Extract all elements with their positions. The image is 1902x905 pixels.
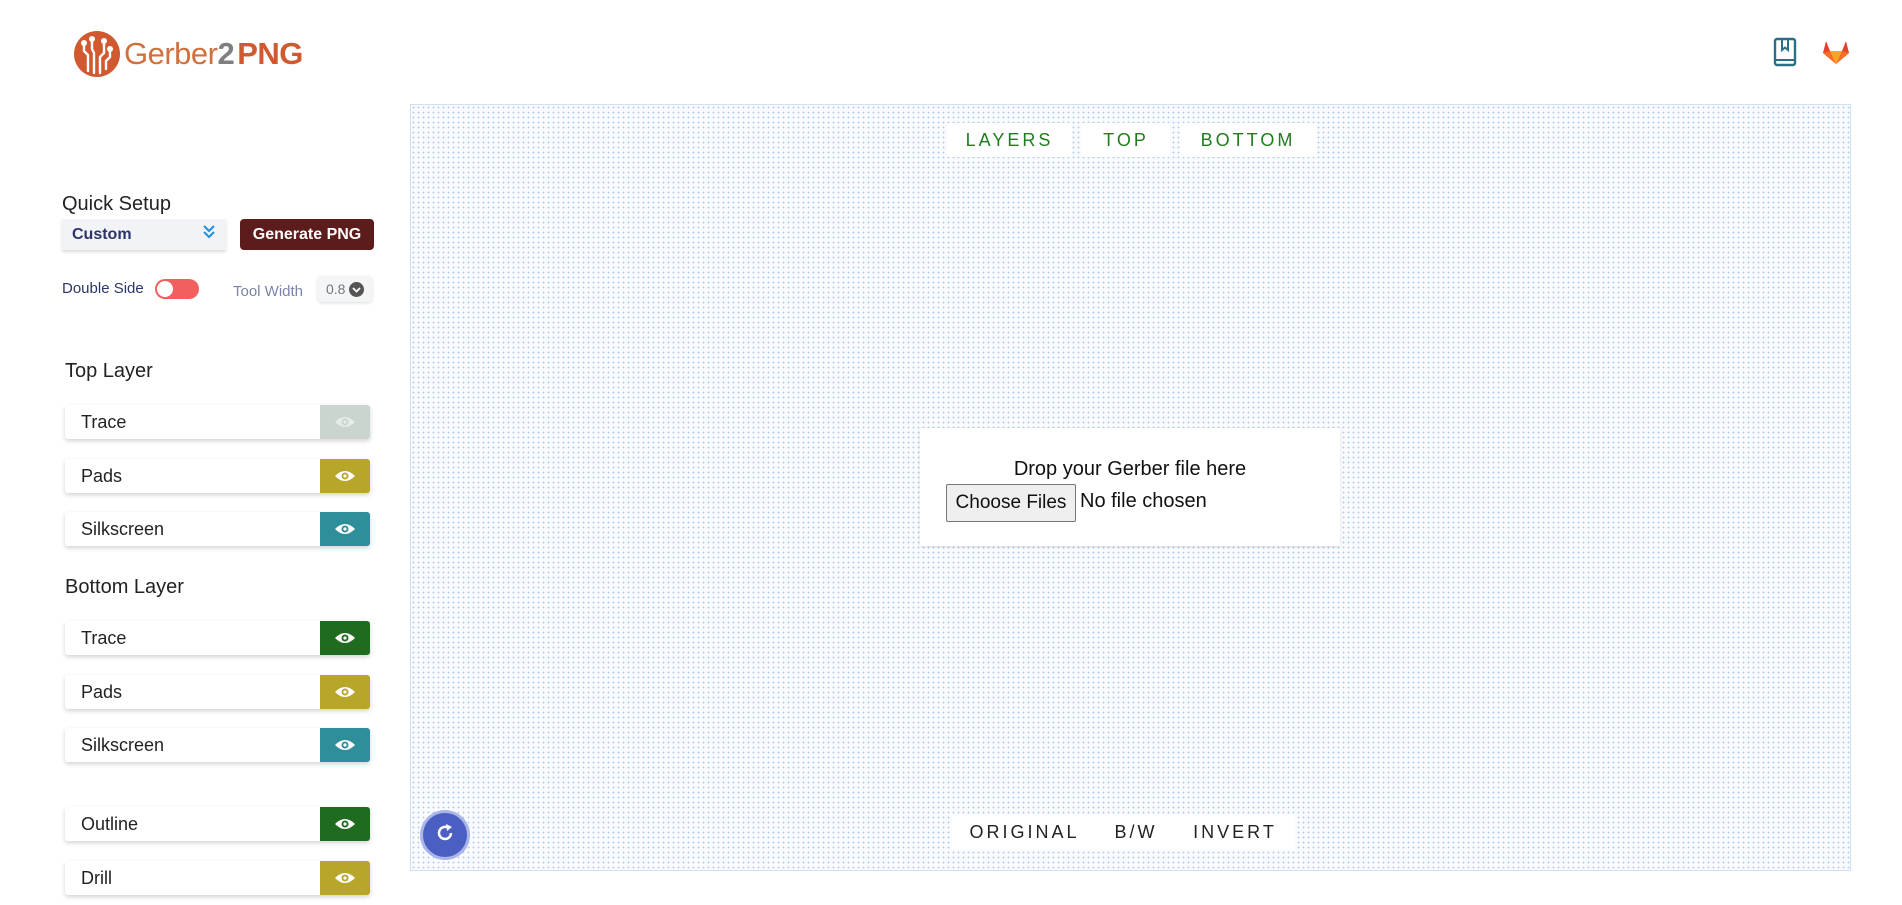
tab-layers[interactable]: LAYERS bbox=[947, 123, 1072, 157]
logo-text-2: 2 bbox=[217, 36, 235, 71]
top-layer-pads-row: Pads bbox=[65, 459, 370, 493]
drill-layer-row: Drill bbox=[65, 861, 370, 895]
eye-icon[interactable] bbox=[320, 807, 370, 841]
eye-icon[interactable] bbox=[320, 675, 370, 709]
tab-top[interactable]: TOP bbox=[1082, 123, 1170, 157]
double-chevron-down-icon bbox=[202, 224, 216, 245]
logo-wordmark: Gerber 2 PNG bbox=[124, 36, 303, 72]
logo-text-png: PNG bbox=[237, 36, 303, 71]
file-status: No file chosen bbox=[1080, 490, 1207, 512]
eye-icon[interactable] bbox=[320, 621, 370, 655]
choose-files-button[interactable]: Choose Files bbox=[946, 484, 1076, 522]
circuit-logo-icon bbox=[74, 31, 120, 77]
toggle-knob bbox=[157, 281, 173, 297]
top-layer-trace-row: Trace bbox=[65, 405, 370, 439]
tab-original[interactable]: ORIGINAL bbox=[952, 815, 1097, 849]
tool-width-value: 0.8 bbox=[326, 281, 346, 297]
generate-png-button[interactable]: Generate PNG bbox=[240, 219, 374, 250]
layer-label: Silkscreen bbox=[81, 734, 165, 755]
layer-label: Silkscreen bbox=[81, 518, 165, 539]
docs-bookmark-icon[interactable] bbox=[1770, 36, 1800, 68]
layer-label: Outline bbox=[81, 813, 139, 834]
refresh-icon bbox=[434, 822, 456, 849]
eye-icon[interactable] bbox=[320, 459, 370, 493]
file-drop-zone[interactable]: Drop your Gerber file here Choose Files … bbox=[920, 428, 1340, 546]
layer-label: Trace bbox=[81, 627, 127, 648]
layer-label: Pads bbox=[81, 681, 123, 702]
bottom-layer-pads-row: Pads bbox=[65, 675, 370, 709]
eye-icon[interactable] bbox=[320, 861, 370, 895]
bottom-layer-silkscreen-row: Silkscreen bbox=[65, 728, 370, 762]
top-layer-silkscreen-row: Silkscreen bbox=[65, 512, 370, 546]
outline-layer-row: Outline bbox=[65, 807, 370, 841]
layer-label: Pads bbox=[81, 465, 123, 486]
eye-icon[interactable] bbox=[320, 405, 370, 439]
preset-select[interactable]: Custom bbox=[62, 219, 226, 250]
view-tabs: LAYERS TOP BOTTOM bbox=[947, 123, 1316, 157]
logo-text-gerber: Gerber bbox=[124, 36, 218, 71]
tool-width-label: Tool Width bbox=[233, 283, 304, 300]
tool-width-select[interactable]: 0.8 bbox=[318, 276, 372, 302]
double-side-toggle[interactable] bbox=[155, 279, 199, 299]
bottom-layer-title: Bottom Layer bbox=[65, 576, 184, 598]
tab-invert[interactable]: INVERT bbox=[1175, 815, 1295, 849]
tab-bw[interactable]: B/W bbox=[1097, 815, 1175, 849]
tab-bottom[interactable]: BOTTOM bbox=[1180, 123, 1316, 157]
quick-setup-title: Quick Setup bbox=[62, 193, 171, 215]
preset-selected-value: Custom bbox=[72, 225, 132, 243]
app-logo[interactable]: Gerber 2 PNG bbox=[74, 30, 303, 78]
layer-label: Trace bbox=[81, 411, 127, 432]
drop-instructions: Drop your Gerber file here bbox=[1013, 458, 1247, 480]
refresh-button[interactable] bbox=[423, 813, 467, 857]
gitlab-icon[interactable] bbox=[1820, 36, 1850, 68]
chevron-down-circle-icon bbox=[349, 281, 365, 297]
eye-icon[interactable] bbox=[320, 728, 370, 762]
double-side-label: Double Side bbox=[62, 280, 144, 297]
color-mode-tabs: ORIGINAL B/W INVERT bbox=[952, 815, 1295, 849]
top-layer-title: Top Layer bbox=[65, 360, 153, 382]
eye-icon[interactable] bbox=[320, 512, 370, 546]
layer-label: Drill bbox=[81, 867, 112, 888]
bottom-layer-trace-row: Trace bbox=[65, 621, 370, 655]
